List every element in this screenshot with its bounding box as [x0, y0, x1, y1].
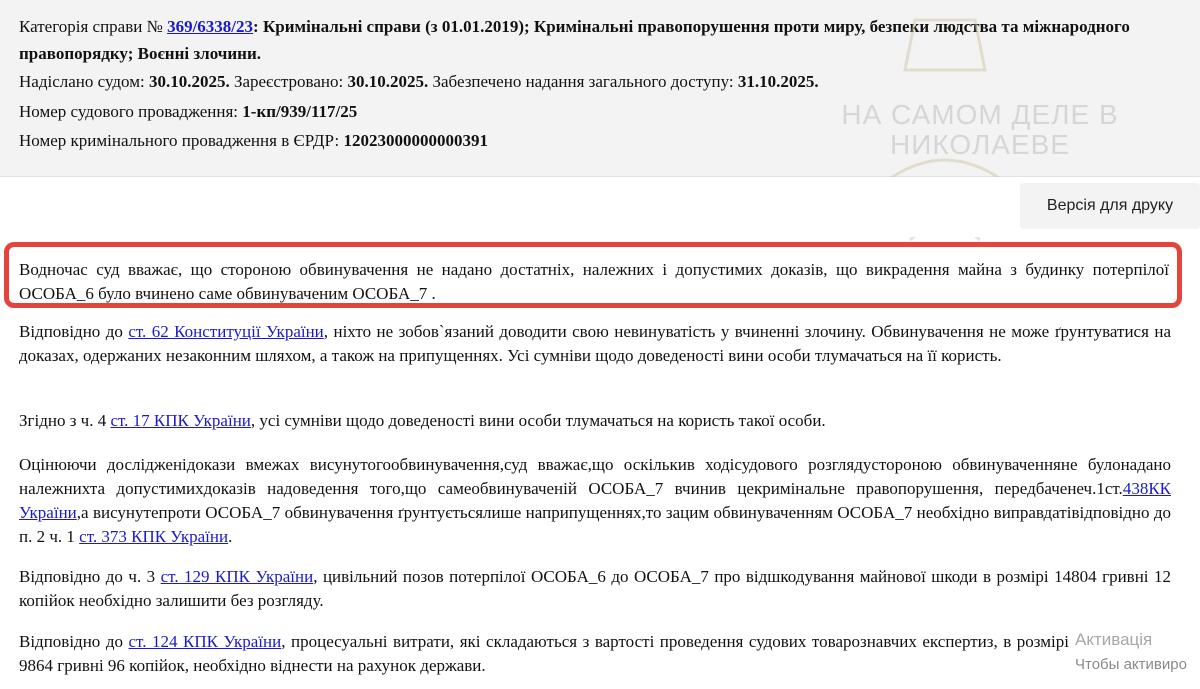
registered-date: 30.10.2025. — [347, 72, 429, 91]
watermark: НА САМОМ ДЕЛЕ В НИКОЛАЕВЕ — [800, 100, 1160, 160]
erdr-number: 12023000000000391 — [343, 131, 489, 150]
dates-line: Надіслано судом: 30.10.2025. Зареєстрова… — [19, 69, 819, 94]
proceeding-line: Номер судового провадження: 1-кп/939/117… — [19, 99, 357, 124]
category-text-2: правопорядку; Воєнні злочини. — [19, 44, 262, 63]
access-date: 31.10.2025. — [737, 72, 819, 91]
sent-label: Надіслано судом: — [19, 72, 149, 91]
paragraph-constitution: Відповідно до ст. 62 Конституції України… — [19, 320, 1171, 368]
kpk-art373-link[interactable]: ст. 373 КПК України — [79, 527, 228, 546]
paragraph-costs: Відповідно до ст. 124 КПК України, проце… — [19, 630, 1069, 678]
proceeding-label: Номер судового провадження: — [19, 102, 243, 121]
kpk-art129-link[interactable]: ст. 129 КПК України — [161, 567, 314, 586]
paragraph-verdict-text: Оцінюючи дослідженідокази вмежах висунут… — [19, 453, 1171, 549]
category-label: Категорія справи № — [19, 17, 168, 36]
paragraph-kpk17: Згідно з ч. 4 ст. 17 КПК України, усі су… — [19, 409, 1171, 433]
sent-date: 30.10.2025. — [148, 72, 230, 91]
text-fragment: , усі сумніви щодо доведеності вини особ… — [250, 411, 826, 430]
paragraph-doubt: Водночас суд вважає, що стороною обвинув… — [19, 258, 1169, 306]
windows-activation-notice: Активація Чтобы активиро — [1075, 630, 1187, 673]
paragraph-verdict: Оцінюючи дослідженідокази вмежах висунут… — [19, 453, 1171, 549]
watermark-line-1: НА САМОМ ДЕЛЕ В — [841, 99, 1119, 130]
text-fragment: Відповідно до ч. 3 — [19, 567, 161, 586]
print-version-button[interactable]: Версія для друку — [1020, 183, 1200, 229]
text-fragment: Відповідно до — [19, 322, 129, 341]
watermark-line-2: НИКОЛАЕВЕ — [890, 129, 1070, 160]
constitution-art62-link[interactable]: ст. 62 Конституції України — [128, 322, 323, 341]
paragraph-constitution-text: Відповідно до ст. 62 Конституції України… — [19, 320, 1171, 368]
paragraph-civil-claim-text: Відповідно до ч. 3 ст. 129 КПК України, … — [19, 565, 1171, 613]
text-fragment: . — [228, 527, 233, 546]
case-category-line-2: правопорядку; Воєнні злочини. — [19, 41, 261, 66]
text-fragment: Оцінюючи дослідженідокази вмежах висунут… — [19, 455, 1171, 498]
kpk-art17-link[interactable]: ст. 17 КПК України — [110, 411, 250, 430]
paragraph-doubt-text: Водночас суд вважає, що стороною обвинув… — [19, 260, 1169, 303]
erdr-label: Номер кримінального провадження в ЄРДР: — [19, 131, 344, 150]
paragraph-costs-text: Відповідно до ст. 124 КПК України, проце… — [19, 630, 1069, 678]
paragraph-civil-claim: Відповідно до ч. 3 ст. 129 КПК України, … — [19, 565, 1171, 613]
access-label: Забезпечено надання загального доступу: — [428, 72, 738, 91]
text-fragment: Відповідно до — [19, 632, 129, 651]
paragraph-kpk17-text: Згідно з ч. 4 ст. 17 КПК України, усі су… — [19, 409, 1171, 433]
erdr-line: Номер кримінального провадження в ЄРДР: … — [19, 128, 488, 153]
activation-title: Активація — [1075, 630, 1153, 649]
proceeding-number: 1-кп/939/117/25 — [242, 102, 358, 121]
activation-subtitle: Чтобы активиро — [1075, 656, 1187, 673]
kpk-art124-link[interactable]: ст. 124 КПК України — [129, 632, 282, 651]
registered-label: Зареєстровано: — [229, 72, 348, 91]
text-fragment: Згідно з ч. 4 — [19, 411, 111, 430]
case-number-link[interactable]: 369/6338/23 — [167, 17, 253, 36]
